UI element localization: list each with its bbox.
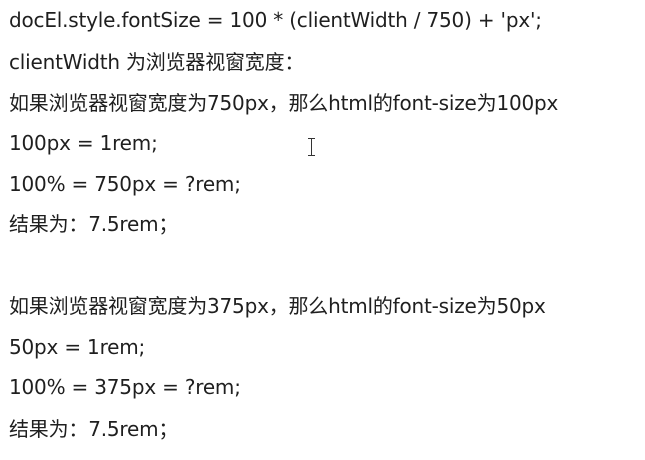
text-line-result-1: 结果为：7.5rem； <box>9 212 179 236</box>
text-line-case-750: 如果浏览器视窗宽度为750px，那么html的font-size为100px <box>9 91 559 115</box>
code-line-font-size-formula: docEl.style.fontSize = 100 * (clientWidt… <box>9 8 542 32</box>
text-line-100px-rem: 100px = 1rem; <box>9 131 158 155</box>
text-line-case-375: 如果浏览器视窗宽度为375px，那么html的font-size为50px <box>9 294 546 318</box>
text-line-result-2: 结果为：7.5rem； <box>9 417 179 441</box>
text-line-client-width: clientWidth 为浏览器视窗宽度： <box>9 50 305 74</box>
text-line-750-percent: 100% = 750px = ?rem; <box>9 172 241 196</box>
text-line-50px-rem: 50px = 1rem; <box>9 335 146 359</box>
text-cursor-icon <box>308 137 316 157</box>
text-line-375-percent: 100% = 375px = ?rem; <box>9 375 241 399</box>
